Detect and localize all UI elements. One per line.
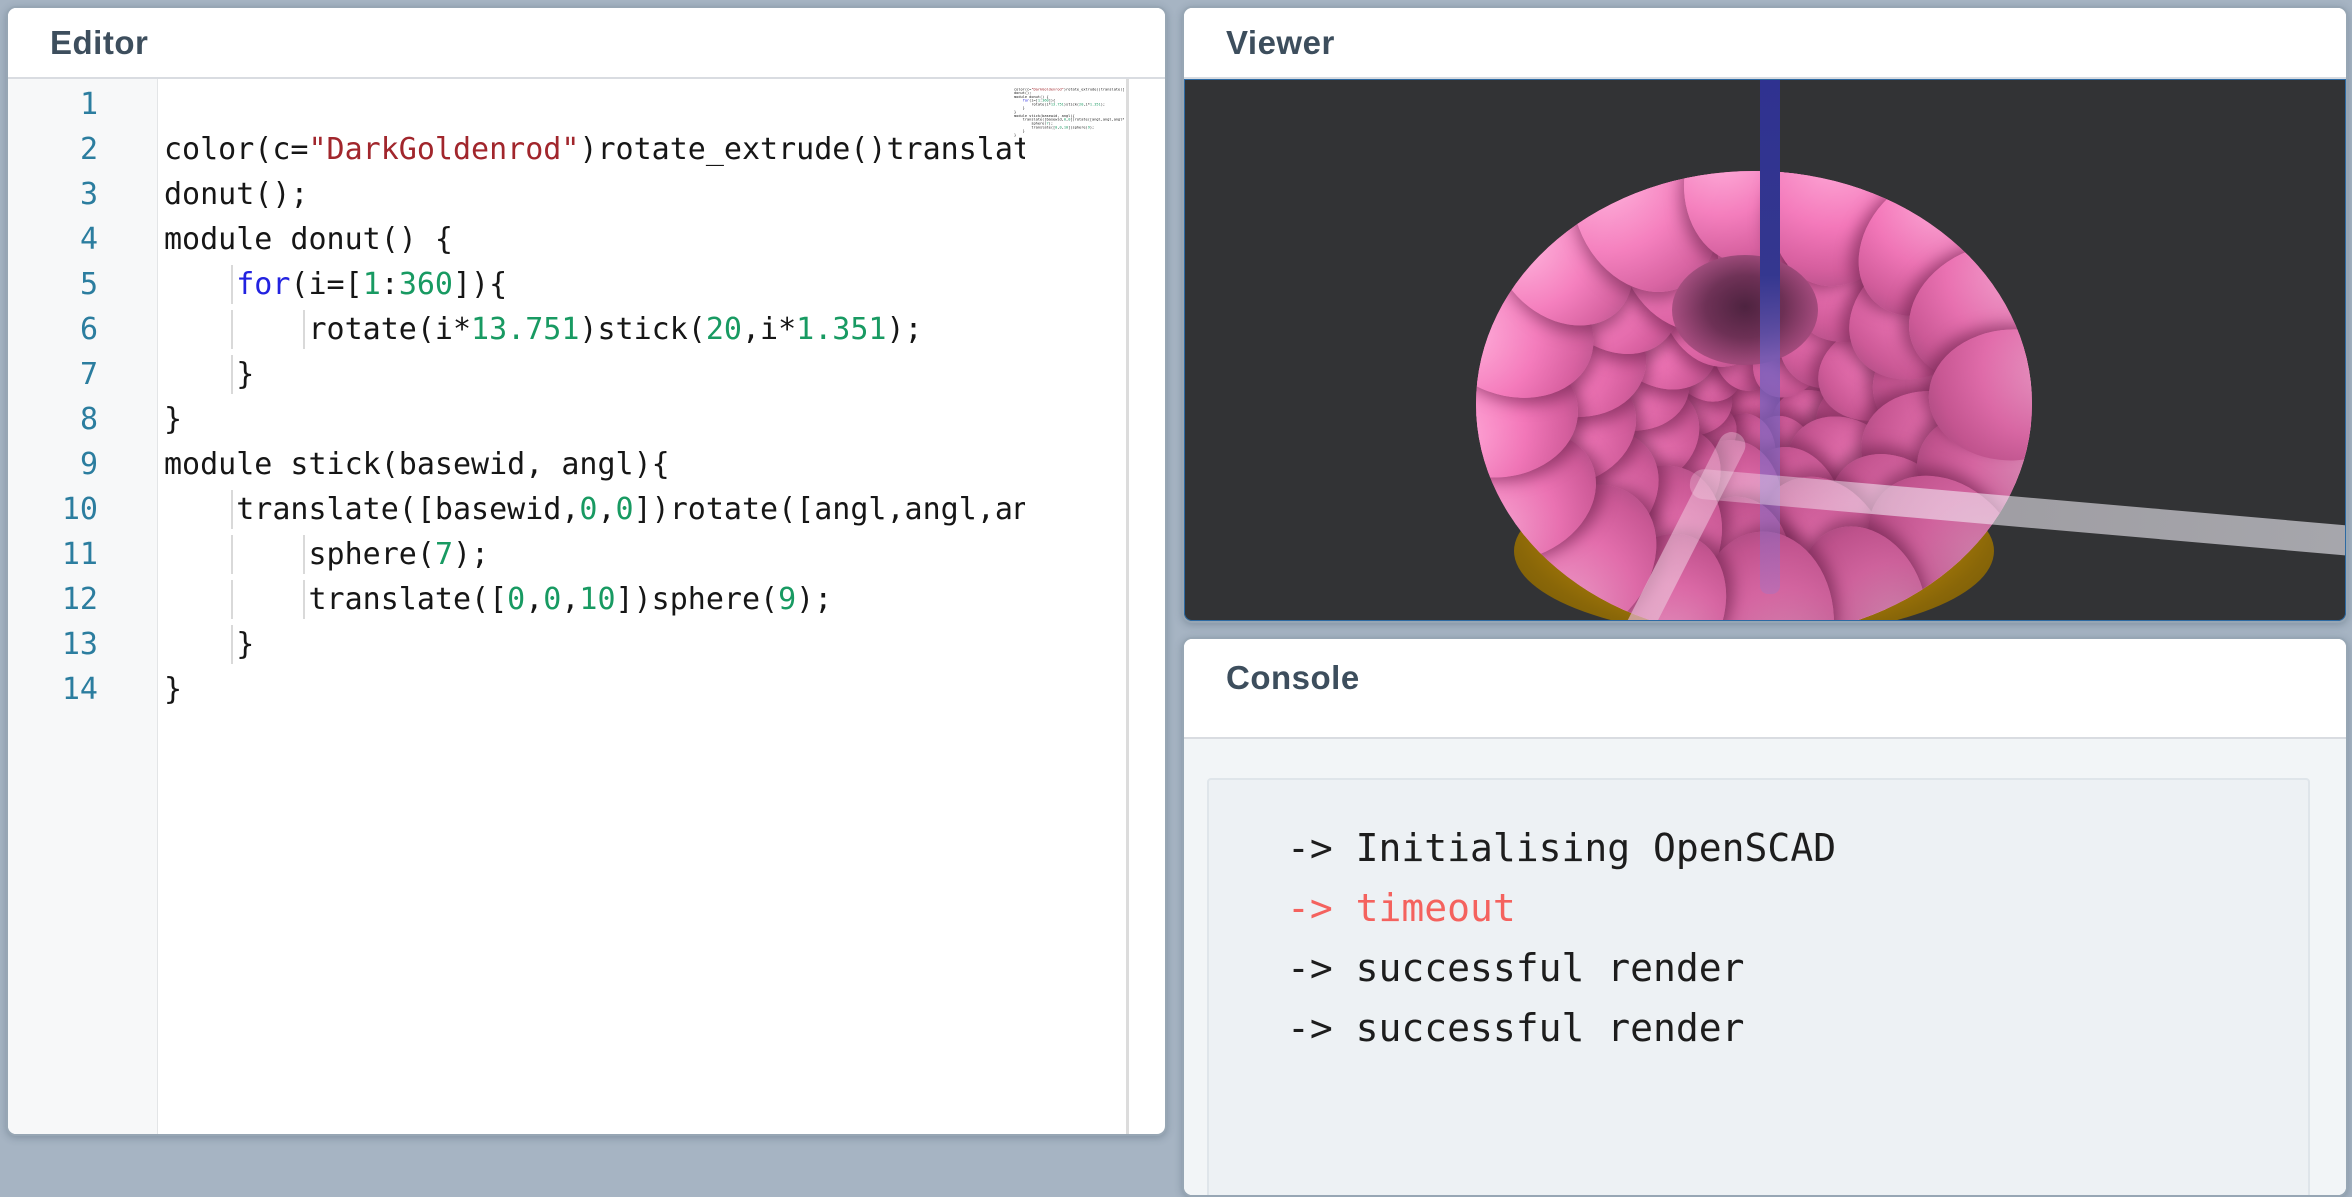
code-line-text: } xyxy=(164,622,254,667)
code-line[interactable]: 12 translate([0,0,10])sphere(9); xyxy=(8,577,1025,622)
code-line[interactable]: 3 donut(); xyxy=(8,172,1025,217)
line-number: 2 xyxy=(8,127,98,172)
console-line: -> timeout xyxy=(1287,878,2308,938)
line-number: 10 xyxy=(8,487,98,532)
line-number: 6 xyxy=(8,307,98,352)
console-panel: Console -> Initialising OpenSCAD-> timeo… xyxy=(1182,637,2348,1197)
viewer-header: Viewer xyxy=(1184,8,2346,79)
code-line-text: } xyxy=(164,667,182,712)
code-line[interactable]: 10 translate([basewid,0,0])rotate([angl,… xyxy=(8,487,1025,532)
code-line-text: sphere(7); xyxy=(164,532,489,577)
code-line[interactable]: 9 module stick(basewid, angl){ xyxy=(8,442,1025,487)
viewer-3d-canvas[interactable] xyxy=(1182,77,2348,623)
editor-minimap[interactable]: color(c="DarkGoldenrod")rotate_extrude()… xyxy=(1014,84,1124,324)
line-number: 9 xyxy=(8,442,98,487)
line-number: 14 xyxy=(8,667,98,712)
editor-header: Editor xyxy=(8,8,1165,79)
line-number: 1 xyxy=(8,82,98,127)
console-title: Console xyxy=(1226,659,1360,697)
console-log-box[interactable]: -> Initialising OpenSCAD-> timeout-> suc… xyxy=(1207,778,2310,1197)
editor-code-area[interactable]: 12 color(c="DarkGoldenrod")rotate_extrude… xyxy=(8,82,1025,1134)
donut-shading xyxy=(1476,171,2032,623)
console-line: -> successful render xyxy=(1287,998,2308,1058)
editor-panel: Editor 12 color(c="DarkGoldenrod")rotate_… xyxy=(6,6,1167,1136)
console-body: -> Initialising OpenSCAD-> timeout-> suc… xyxy=(1184,739,2346,1195)
line-number: 13 xyxy=(8,622,98,667)
code-line[interactable]: 5 for(i=[1:360]){ xyxy=(8,262,1025,307)
code-line[interactable]: 7 } xyxy=(8,352,1025,397)
editor-minimap-content: color(c="DarkGoldenrod")rotate_extrude()… xyxy=(1014,84,1122,137)
viewer-panel: Viewer xyxy=(1182,6,2348,623)
line-number: 3 xyxy=(8,172,98,217)
code-line-text: module donut() { xyxy=(164,217,453,262)
line-number: 7 xyxy=(8,352,98,397)
code-line[interactable]: 4 module donut() { xyxy=(8,217,1025,262)
code-line[interactable]: 1 xyxy=(8,82,1025,127)
viewer-title: Viewer xyxy=(1226,24,1335,62)
editor-scrollbar-track[interactable] xyxy=(1126,79,1129,1134)
code-line-text: translate([0,0,10])sphere(9); xyxy=(164,577,832,622)
code-line-text: rotate(i*13.751)stick(20,i*1.351); xyxy=(164,307,923,352)
code-line-text: translate([basewid,0,0])rotate([angl,ang… xyxy=(164,487,1025,532)
z-axis-rod xyxy=(1760,80,1780,594)
code-line-text: for(i=[1:360]){ xyxy=(164,262,507,307)
line-number: 5 xyxy=(8,262,98,307)
code-line[interactable]: 13 } xyxy=(8,622,1025,667)
code-line-text: color(c="DarkGoldenrod")rotate_extrude()… xyxy=(164,127,1025,172)
code-line-text: } xyxy=(164,352,254,397)
code-line-text: donut(); xyxy=(164,172,309,217)
code-line[interactable]: 14} xyxy=(8,667,1025,712)
code-line[interactable]: 8} xyxy=(8,397,1025,442)
line-number: 8 xyxy=(8,397,98,442)
code-line[interactable]: 11 sphere(7); xyxy=(8,532,1025,577)
line-number: 11 xyxy=(8,532,98,577)
minimap-line: } xyxy=(1014,133,1122,137)
code-line[interactable]: 2 color(c="DarkGoldenrod")rotate_extrude(… xyxy=(8,127,1025,172)
code-line[interactable]: 6 rotate(i*13.751)stick(20,i*1.351); xyxy=(8,307,1025,352)
line-number: 4 xyxy=(8,217,98,262)
line-number: 12 xyxy=(8,577,98,622)
code-line-text: module stick(basewid, angl){ xyxy=(164,442,670,487)
console-line: -> successful render xyxy=(1287,938,2308,998)
console-header: Console xyxy=(1184,639,2346,739)
code-line-text: } xyxy=(164,397,182,442)
donut-model xyxy=(1476,171,2032,623)
editor-title: Editor xyxy=(50,24,148,62)
console-line: -> Initialising OpenSCAD xyxy=(1287,818,2308,878)
